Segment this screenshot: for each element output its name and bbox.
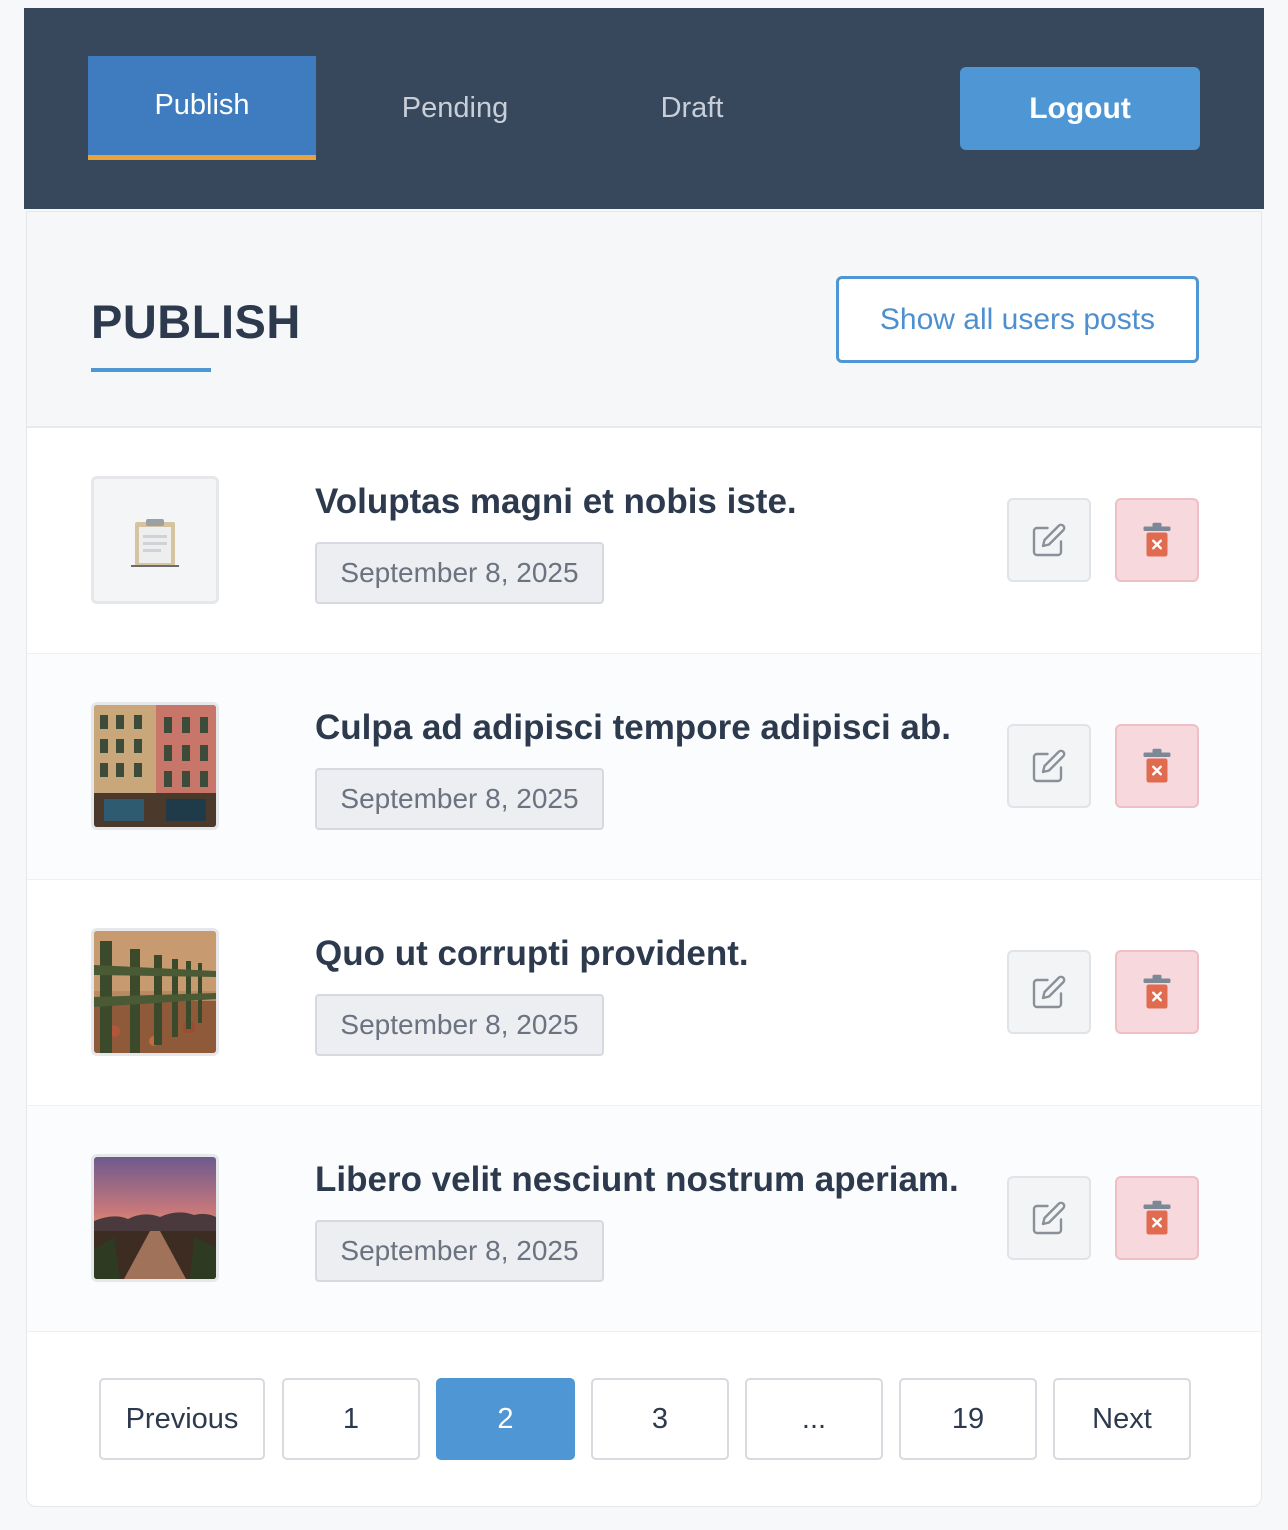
post-thumbnail[interactable] xyxy=(91,476,219,604)
post-title[interactable]: Voluptas magni et nobis iste. xyxy=(315,482,797,522)
logout-button[interactable]: Logout xyxy=(960,67,1200,150)
edit-button[interactable] xyxy=(1007,950,1091,1034)
edit-button[interactable] xyxy=(1007,1176,1091,1260)
title-underline xyxy=(91,368,211,372)
next-page-button[interactable]: Next xyxy=(1053,1378,1191,1460)
delete-button[interactable] xyxy=(1115,498,1199,582)
post-date-badge: September 8, 2025 xyxy=(315,994,604,1056)
edit-icon xyxy=(1032,1201,1066,1235)
post-title[interactable]: Libero velit nesciunt nostrum aperiam. xyxy=(315,1160,959,1200)
post-thumbnail[interactable] xyxy=(91,1154,219,1282)
post-row: Voluptas magni et nobis iste. September … xyxy=(27,428,1261,654)
delete-button[interactable] xyxy=(1115,1176,1199,1260)
tab-pending[interactable]: Pending xyxy=(344,56,566,160)
page-title: PUBLISH xyxy=(91,295,301,348)
post-date-badge: September 8, 2025 xyxy=(315,768,604,830)
post-row: Libero velit nesciunt nostrum aperiam. S… xyxy=(27,1106,1261,1332)
post-date-badge: September 8, 2025 xyxy=(315,542,604,604)
page-button-1[interactable]: 1 xyxy=(282,1378,420,1460)
posts-panel: PUBLISH Show all users posts Voluptas ma… xyxy=(26,211,1262,1507)
delete-button[interactable] xyxy=(1115,950,1199,1034)
page-button-19[interactable]: 19 xyxy=(899,1378,1037,1460)
edit-icon xyxy=(1032,749,1066,783)
page-button-2-current[interactable]: 2 xyxy=(436,1378,575,1460)
edit-icon xyxy=(1032,975,1066,1009)
post-thumbnail[interactable] xyxy=(91,928,219,1056)
page-button-3[interactable]: 3 xyxy=(591,1378,729,1460)
post-thumbnail[interactable] xyxy=(91,702,219,830)
trash-icon xyxy=(1143,974,1171,1009)
tab-draft[interactable]: Draft xyxy=(614,56,770,160)
building-facade-photo xyxy=(94,705,216,827)
sunset-path-photo xyxy=(94,1157,216,1279)
delete-button[interactable] xyxy=(1115,724,1199,808)
tab-publish[interactable]: Publish xyxy=(88,56,316,160)
trash-icon xyxy=(1143,522,1171,557)
post-row: Quo ut corrupti provident. September 8, … xyxy=(27,880,1261,1106)
panel-header: PUBLISH Show all users posts xyxy=(27,212,1261,428)
post-title[interactable]: Culpa ad adipisci tempore adipisci ab. xyxy=(315,708,951,748)
page-ellipsis: ... xyxy=(745,1378,883,1460)
wooden-fence-autumn-photo xyxy=(94,931,216,1053)
clipboard-placeholder-icon xyxy=(94,479,216,601)
trash-icon xyxy=(1143,748,1171,783)
post-title[interactable]: Quo ut corrupti provident. xyxy=(315,934,749,974)
top-navbar: Publish Pending Draft Logout xyxy=(24,8,1264,209)
show-all-users-posts-button[interactable]: Show all users posts xyxy=(836,276,1199,363)
post-date-badge: September 8, 2025 xyxy=(315,1220,604,1282)
post-row: Culpa ad adipisci tempore adipisci ab. S… xyxy=(27,654,1261,880)
trash-icon xyxy=(1143,1200,1171,1235)
pagination: Previous 1 2 3 ... 19 Next xyxy=(27,1378,1261,1460)
edit-button[interactable] xyxy=(1007,724,1091,808)
edit-icon xyxy=(1032,523,1066,557)
edit-button[interactable] xyxy=(1007,498,1091,582)
previous-page-button[interactable]: Previous xyxy=(99,1378,265,1460)
